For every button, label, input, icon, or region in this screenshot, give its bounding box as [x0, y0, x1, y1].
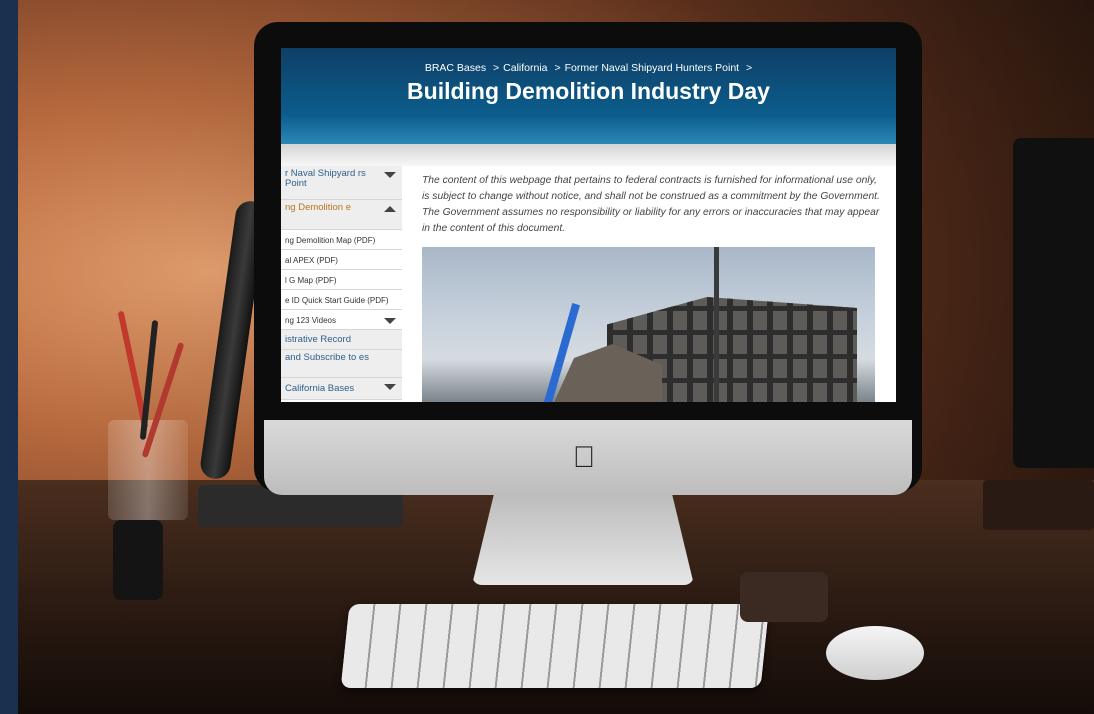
sidebar-subitem-apex[interactable]: al APEX (PDF) — [281, 250, 402, 270]
sidebar-subitem-quick-start-guide[interactable]: e ID Quick Start Guide (PDF) — [281, 290, 402, 310]
sidebar-item-building-demolition[interactable]: ng Demolition e — [281, 200, 402, 230]
keyboard — [340, 604, 770, 688]
breadcrumb-hunters-point[interactable]: Former Naval Shipyard Hunters Point — [565, 62, 740, 74]
chevron-down-icon[interactable] — [384, 172, 396, 178]
federal-contracts-disclaimer: The content of this webpage that pertain… — [422, 175, 880, 234]
breadcrumb-separator: > — [493, 62, 500, 74]
breadcrumb-california[interactable]: California — [503, 62, 547, 74]
page-title: Building Demolition Industry Day — [407, 78, 770, 104]
sidebar-subitem-demolition-map[interactable]: ng Demolition Map (PDF) — [281, 230, 402, 250]
mouse — [826, 626, 924, 680]
header-divider — [281, 144, 896, 166]
sidebar-item-hunters-point[interactable]: r Naval Shipyard rs Point — [281, 166, 402, 200]
sidebar-item-label: and Subscribe to es — [285, 352, 369, 363]
main-content: The content of this webpage that pertain… — [422, 173, 884, 237]
apple-logo-icon:  — [565, 442, 603, 474]
page-header-banner: BRAC Bases > California > Former Naval Shi… — [281, 48, 896, 144]
chevron-down-icon[interactable] — [384, 318, 396, 324]
bottle — [113, 520, 163, 600]
imac-stand — [472, 493, 694, 585]
breadcrumb: BRAC Bases > California > Former Naval Shi… — [281, 62, 896, 74]
breadcrumb-separator: > — [554, 62, 561, 74]
sidebar-nav: r Naval Shipyard rs Point ng Demolition … — [281, 166, 402, 402]
sidebar-item-label: ng Demolition Map (PDF) — [285, 236, 376, 245]
sidebar-item-label: al APEX (PDF) — [285, 256, 338, 265]
breadcrumb-separator: > — [746, 62, 753, 74]
monitor-screen: BRAC Bases > California > Former Naval Shi… — [281, 48, 896, 402]
desk-box — [983, 480, 1094, 530]
secondary-monitor — [1013, 138, 1094, 468]
sidebar-item-label: e ID Quick Start Guide (PDF) — [285, 296, 389, 305]
sidebar-item-subscribe[interactable]: and Subscribe to es — [281, 350, 402, 378]
demolition-photo — [422, 247, 875, 402]
utility-pole — [714, 247, 719, 402]
sidebar-item-administrative-record[interactable]: istrative Record — [281, 330, 402, 350]
sidebar-item-california-bases[interactable]: California Bases — [281, 378, 402, 400]
chevron-down-icon[interactable] — [384, 384, 396, 390]
sidebar-item-label: California Bases — [285, 383, 355, 394]
chevron-up-icon[interactable] — [384, 206, 396, 212]
sidebar-item-label: r Naval Shipyard rs Point — [285, 168, 366, 189]
sidebar-item-label: l G Map (PDF) — [285, 276, 337, 285]
sidebar-subitem-g-map[interactable]: l G Map (PDF) — [281, 270, 402, 290]
breadcrumb-brac-bases[interactable]: BRAC Bases — [425, 62, 486, 74]
sidebar-subitem-videos[interactable]: ng 123 Videos — [281, 310, 402, 330]
sidebar-item-label: ng 123 Videos — [285, 316, 337, 325]
sidebar-item-label: ng Demolition e — [285, 202, 352, 213]
sidebar-item-label: istrative Record — [285, 334, 351, 345]
phone — [740, 572, 828, 622]
